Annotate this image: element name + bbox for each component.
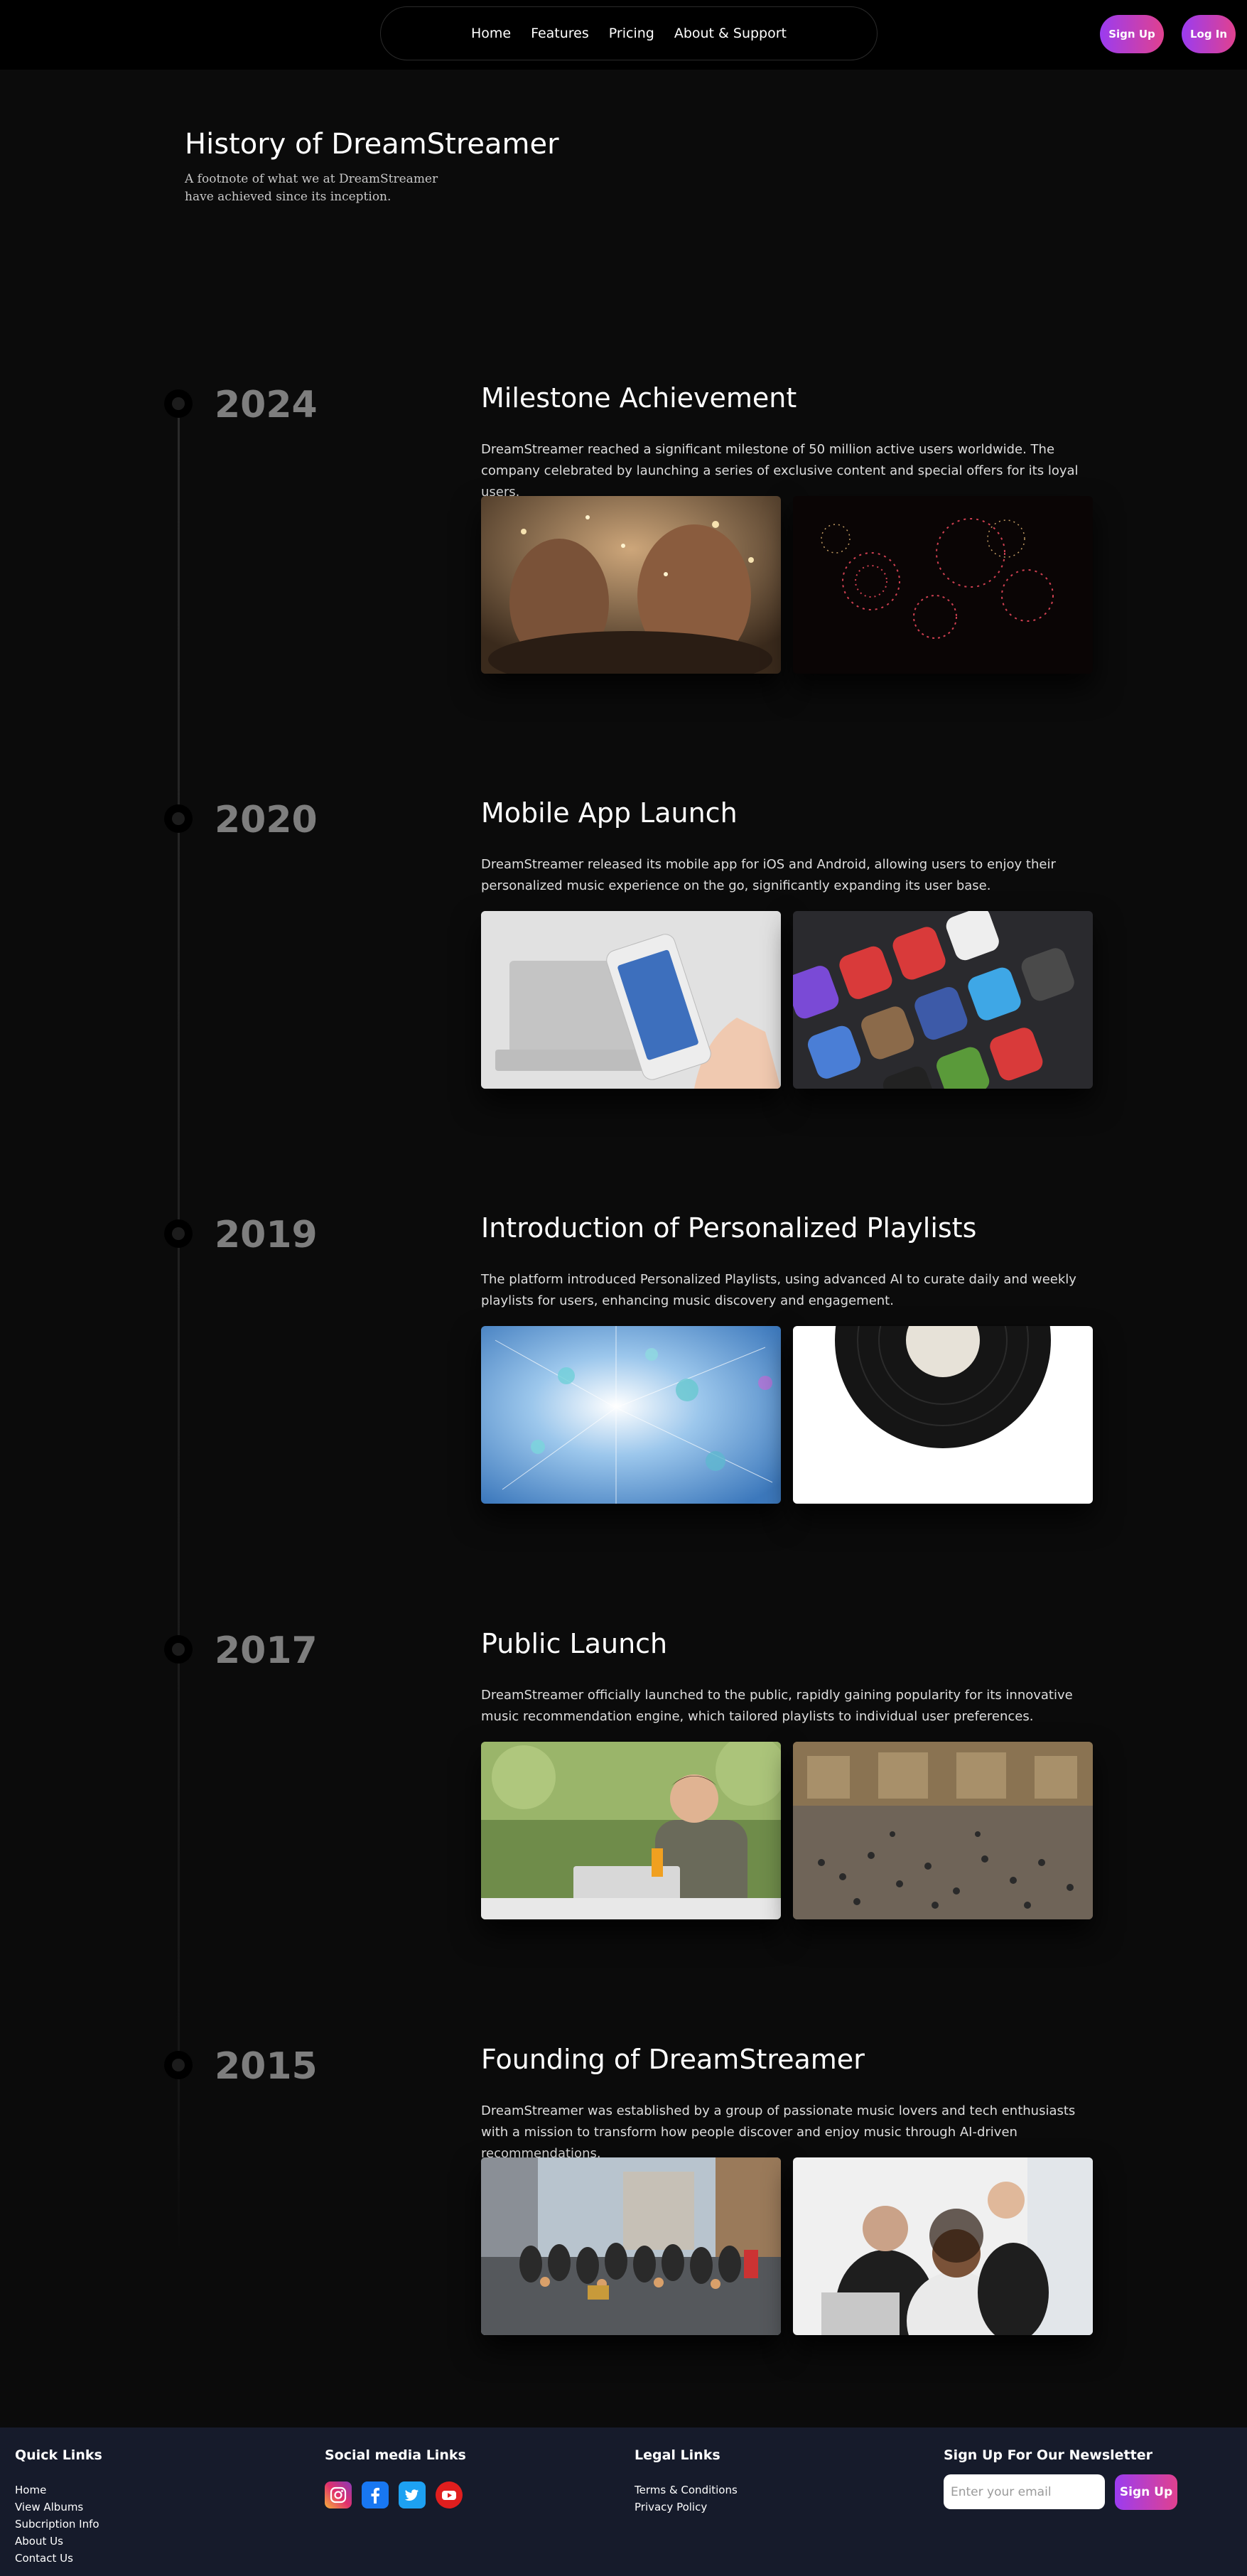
main-nav: Home Features Pricing About & Support [380,6,878,60]
timeline-dot [164,2051,193,2079]
nav-pricing-link[interactable]: Pricing [609,26,654,41]
footer-terms-link[interactable]: Terms & Conditions [635,2481,738,2499]
nav-about-support-link[interactable]: About & Support [674,26,787,41]
timeline-title: Milestone Achievement [481,382,797,414]
login-button[interactable]: Log In [1182,15,1236,53]
timeline-description: DreamStreamer released its mobile app fo… [481,857,1056,893]
timeline-entry: 2017 Public Launch DreamStreamer officia… [0,1628,1247,1990]
timeline-entry: 2020 Mobile App Launch DreamStreamer rel… [0,797,1247,1160]
footer-legal-title: Legal Links [635,2447,720,2463]
site-footer: Quick Links Home View Albums Subcription… [0,2427,1247,2576]
crowded-station-photo [793,1742,1093,1919]
timeline-dot [164,804,193,833]
twitter-icon[interactable] [399,2481,426,2508]
timeline-description: DreamStreamer was established by a group… [481,2103,1076,2161]
nav-features-link[interactable]: Features [531,26,589,41]
page-title: History of DreamStreamer [185,128,559,161]
app-icons-photo [793,911,1093,1089]
footer-contact-us-link[interactable]: Contact Us [15,2550,102,2567]
fireworks-photo [793,496,1093,674]
timeline-dot [164,1635,193,1664]
timeline-dot [164,1219,193,1248]
footer-privacy-link[interactable]: Privacy Policy [635,2499,738,2516]
footer-social-title: Social media Links [325,2447,466,2463]
timeline-year: 2017 [215,1629,318,1672]
timeline-year: 2020 [215,799,318,841]
timeline-description: DreamStreamer officially launched to the… [481,1688,1073,1724]
facebook-icon[interactable] [362,2481,389,2508]
vinyl-record-photo [793,1326,1093,1504]
newsletter-email-input[interactable] [944,2474,1105,2509]
timeline-dot [164,389,193,418]
signup-button[interactable]: Sign Up [1100,15,1164,53]
team-at-laptop-photo [793,2157,1093,2335]
footer-social-links: Social media Links [325,2447,466,2508]
timeline-entry: 2019 Introduction of Personalized Playli… [0,1212,1247,1575]
footer-legal-links: Legal Links Terms & Conditions Privacy P… [635,2447,738,2516]
celebration-toast-photo [481,496,781,674]
top-navigation-bar: Home Features Pricing About & Support Si… [0,0,1247,70]
footer-quick-links-title: Quick Links [15,2447,102,2463]
footer-subscription-info-link[interactable]: Subcription Info [15,2516,102,2533]
instagram-icon[interactable] [325,2481,352,2508]
timeline-year: 2019 [215,1214,318,1256]
timeline-title: Mobile App Launch [481,797,738,829]
footer-view-albums-link[interactable]: View Albums [15,2499,102,2516]
hand-holding-phone-photo [481,911,781,1089]
timeline-title: Introduction of Personalized Playlists [481,1212,977,1244]
timeline-title: Founding of DreamStreamer [481,2044,865,2075]
page-subtitle: A footnote of what we at DreamStreamer h… [185,172,438,204]
timeline-entry: 2024 Milestone Achievement DreamStreamer… [0,382,1247,745]
timeline-entry: 2015 Founding of DreamStreamer DreamStre… [0,2044,1247,2406]
crystal-burst-photo [481,1326,781,1504]
timeline-description: DreamStreamer reached a significant mile… [481,442,1079,500]
nav-home-link[interactable]: Home [471,26,511,41]
footer-about-us-link[interactable]: About Us [15,2533,102,2550]
footer-newsletter-title: Sign Up For Our Newsletter [944,2447,1152,2463]
man-with-laptop-photo [481,1742,781,1919]
timeline-title: Public Launch [481,1628,668,1659]
timeline-year: 2015 [215,2045,318,2088]
footer-home-link[interactable]: Home [15,2481,102,2499]
timeline-description: The platform introduced Personalized Pla… [481,1272,1076,1308]
timeline-year: 2024 [215,384,318,426]
youtube-icon[interactable] [436,2481,463,2508]
newsletter-signup-button[interactable]: Sign Up [1115,2474,1177,2510]
group-photo-street [481,2157,781,2335]
footer-quick-links: Quick Links Home View Albums Subcription… [15,2447,102,2567]
